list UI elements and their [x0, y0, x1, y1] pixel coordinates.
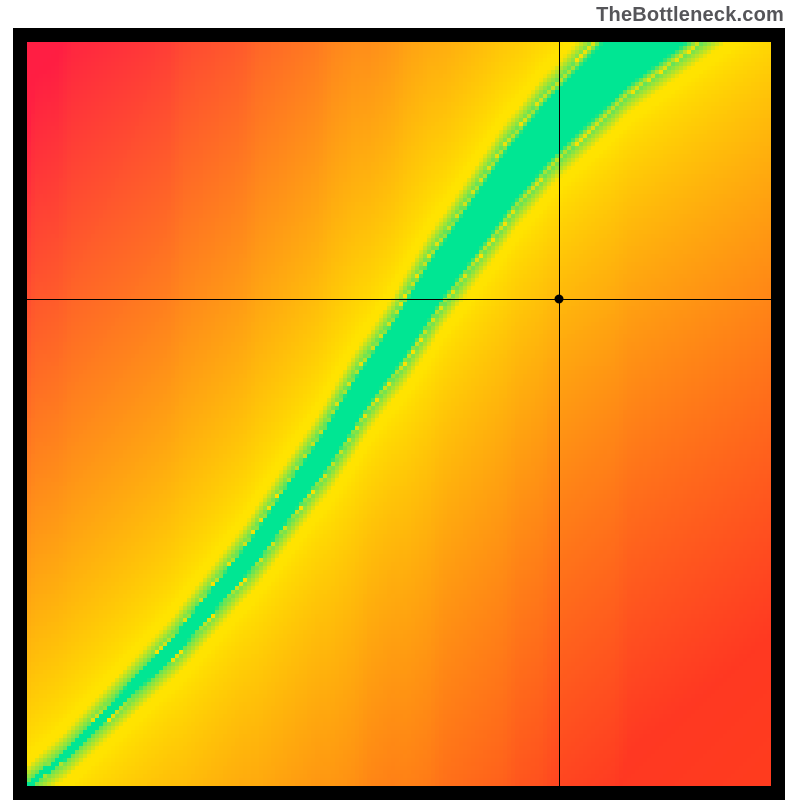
chart-container: TheBottleneck.com	[0, 0, 800, 800]
heatmap-canvas	[27, 42, 771, 786]
crosshair-horizontal	[27, 299, 771, 300]
marker-dot	[554, 294, 563, 303]
watermark-label: TheBottleneck.com	[596, 4, 784, 27]
crosshair-vertical	[559, 42, 560, 786]
heatmap-plot	[27, 42, 771, 786]
chart-frame	[13, 28, 785, 800]
